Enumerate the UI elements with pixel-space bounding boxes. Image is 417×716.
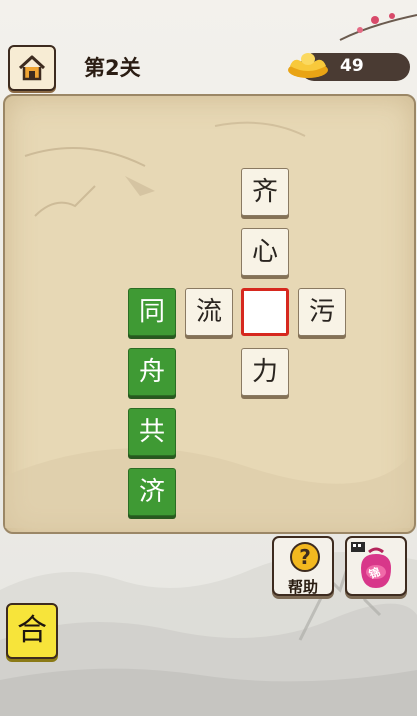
tile-liu[interactable]: 流: [185, 288, 233, 336]
coin-count: 49: [340, 56, 364, 76]
solved-tile-zhou[interactable]: 舟: [128, 348, 176, 396]
question-mark-icon: ?: [290, 542, 320, 572]
solved-tile-tong[interactable]: 同: [128, 288, 176, 336]
tile-xin[interactable]: 心: [241, 228, 289, 276]
branch-decoration: [339, 13, 417, 41]
solved-tile-ji[interactable]: 济: [128, 468, 176, 516]
tile-wu[interactable]: 污: [298, 288, 346, 336]
help-button[interactable]: ? 帮助: [272, 536, 334, 596]
puzzle-board: 齐 心 流 污 力 同 舟 共 济: [3, 94, 416, 534]
lucky-bag-button[interactable]: 锦: [345, 536, 407, 596]
svg-text:?: ?: [299, 545, 311, 569]
tile-li[interactable]: 力: [241, 348, 289, 396]
help-label: 帮助: [287, 578, 318, 596]
gold-ingot-icon: [288, 53, 328, 78]
target-blank-tile[interactable]: [241, 288, 289, 336]
home-button[interactable]: [8, 45, 56, 91]
tile-qi[interactable]: 齐: [241, 168, 289, 216]
combine-button[interactable]: 合: [6, 603, 58, 659]
home-icon: [18, 55, 46, 81]
solved-tile-gong[interactable]: 共: [128, 408, 176, 456]
level-title: 第2关: [84, 56, 141, 80]
